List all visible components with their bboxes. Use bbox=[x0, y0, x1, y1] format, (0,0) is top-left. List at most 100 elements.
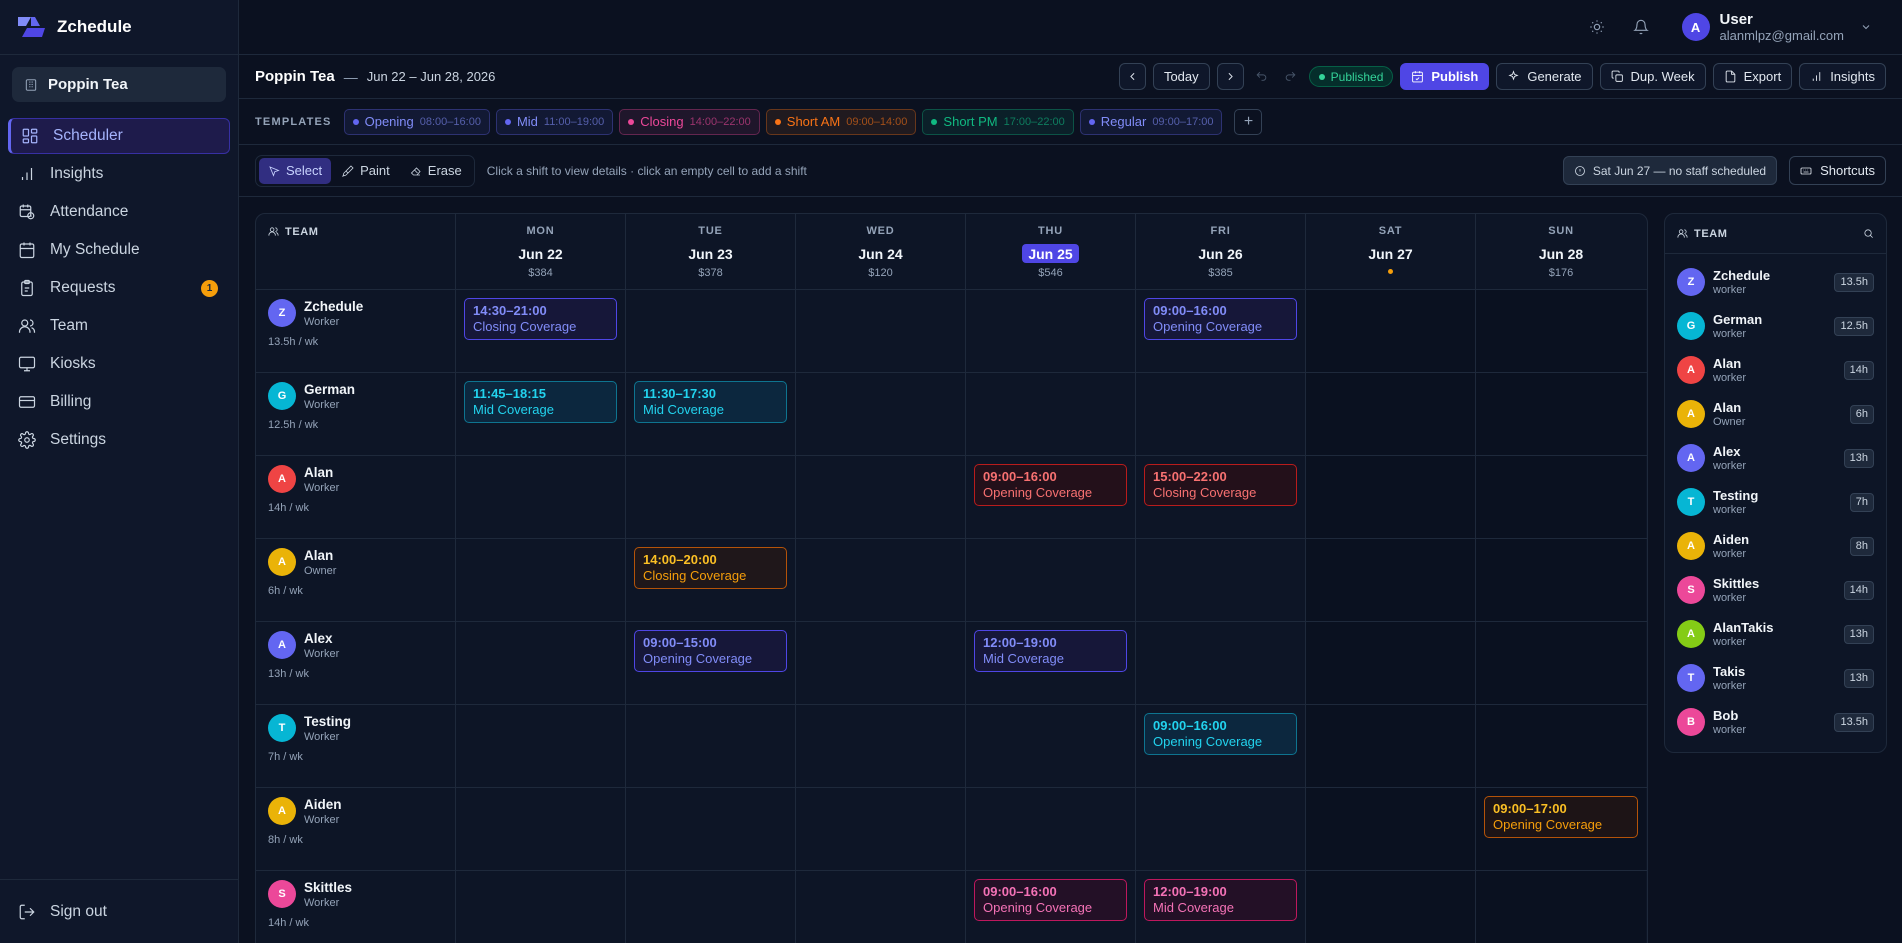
schedule-cell[interactable] bbox=[966, 539, 1136, 621]
template-opening[interactable]: Opening 08:00–16:00 bbox=[343, 108, 490, 135]
sidebar-item-kiosks[interactable]: Kiosks bbox=[8, 346, 230, 382]
schedule-cell[interactable]: 14:30–21:00 Closing Coverage bbox=[456, 290, 626, 372]
today-button[interactable]: Today bbox=[1152, 63, 1210, 90]
sign-out-button[interactable]: Sign out bbox=[0, 879, 238, 943]
schedule-cell[interactable] bbox=[626, 788, 796, 870]
add-template-button[interactable]: + bbox=[1234, 108, 1263, 135]
export-button[interactable]: Export bbox=[1712, 63, 1793, 90]
staff-cell[interactable]: A Alan Owner 6h / wk bbox=[256, 539, 456, 621]
theme-toggle-button[interactable] bbox=[1584, 14, 1610, 40]
user-menu[interactable]: A User alanmlpz@gmail.com bbox=[1681, 11, 1872, 43]
schedule-cell[interactable]: 09:00–15:00 Opening Coverage bbox=[626, 622, 796, 704]
team-member[interactable]: A Aiden worker 8h bbox=[1665, 524, 1886, 568]
team-member[interactable]: G German worker 12.5h bbox=[1665, 304, 1886, 348]
shift-block[interactable]: 15:00–22:00 Closing Coverage bbox=[1144, 464, 1297, 506]
schedule-cell[interactable] bbox=[796, 290, 966, 372]
schedule-cell[interactable] bbox=[1306, 290, 1476, 372]
sidebar-item-scheduler[interactable]: Scheduler bbox=[8, 118, 230, 154]
schedule-cell[interactable]: 11:45–18:15 Mid Coverage bbox=[456, 373, 626, 455]
schedule-cell[interactable] bbox=[966, 373, 1136, 455]
select-tool[interactable]: Select bbox=[259, 157, 332, 184]
org-switcher[interactable]: Poppin Tea bbox=[12, 67, 226, 102]
sidebar-item-team[interactable]: Team bbox=[8, 308, 230, 344]
dup-week-button[interactable]: Dup. Week bbox=[1599, 63, 1706, 90]
schedule-cell[interactable] bbox=[1306, 871, 1476, 943]
next-week-button[interactable] bbox=[1216, 63, 1244, 90]
schedule-cell[interactable] bbox=[456, 622, 626, 704]
sidebar-item-settings[interactable]: Settings bbox=[8, 422, 230, 458]
schedule-cell[interactable] bbox=[796, 871, 966, 943]
schedule-cell[interactable] bbox=[1306, 788, 1476, 870]
template-short-am[interactable]: Short AM 09:00–14:00 bbox=[765, 108, 917, 135]
schedule-cell[interactable] bbox=[966, 705, 1136, 787]
schedule-cell[interactable] bbox=[1306, 705, 1476, 787]
sidebar-item-attendance[interactable]: Attendance bbox=[8, 194, 230, 230]
schedule-cell[interactable] bbox=[1136, 539, 1306, 621]
schedule-cell[interactable] bbox=[456, 871, 626, 943]
team-member[interactable]: Z Zchedule worker 13.5h bbox=[1665, 260, 1886, 304]
schedule-cell[interactable] bbox=[966, 788, 1136, 870]
sidebar-item-requests[interactable]: Requests 1 bbox=[8, 270, 230, 306]
schedule-cell[interactable] bbox=[1476, 622, 1646, 704]
staff-cell[interactable]: T Testing Worker 7h / wk bbox=[256, 705, 456, 787]
team-member[interactable]: T Takis worker 13h bbox=[1665, 656, 1886, 700]
prev-week-button[interactable] bbox=[1118, 63, 1146, 90]
schedule-cell[interactable] bbox=[1136, 788, 1306, 870]
team-member[interactable]: B Bob worker 13.5h bbox=[1665, 700, 1886, 744]
redo-button[interactable] bbox=[1280, 63, 1302, 90]
schedule-cell[interactable] bbox=[966, 290, 1136, 372]
schedule-cell[interactable]: 09:00–17:00 Opening Coverage bbox=[1476, 788, 1646, 870]
schedule-cell[interactable] bbox=[1476, 705, 1646, 787]
template-regular[interactable]: Regular 09:00–17:00 bbox=[1079, 108, 1223, 135]
coverage-warning[interactable]: Sat Jun 27 — no staff scheduled bbox=[1562, 156, 1778, 185]
schedule-cell[interactable] bbox=[456, 456, 626, 538]
staff-cell[interactable]: Z Zchedule Worker 13.5h / wk bbox=[256, 290, 456, 372]
schedule-cell[interactable] bbox=[796, 456, 966, 538]
schedule-cell[interactable] bbox=[1306, 622, 1476, 704]
sidebar-item-my-schedule[interactable]: My Schedule bbox=[8, 232, 230, 268]
template-closing[interactable]: Closing 14:00–22:00 bbox=[619, 108, 760, 135]
team-member[interactable]: A AlanTakis worker 13h bbox=[1665, 612, 1886, 656]
shift-block[interactable]: 14:00–20:00 Closing Coverage bbox=[634, 547, 787, 589]
template-mid[interactable]: Mid 11:00–19:00 bbox=[495, 108, 614, 135]
staff-cell[interactable]: A Alex Worker 13h / wk bbox=[256, 622, 456, 704]
shift-block[interactable]: 09:00–16:00 Opening Coverage bbox=[1144, 298, 1297, 340]
schedule-cell[interactable] bbox=[456, 705, 626, 787]
team-member[interactable]: A Alan worker 14h bbox=[1665, 348, 1886, 392]
notifications-button[interactable] bbox=[1628, 14, 1654, 40]
shift-block[interactable]: 09:00–16:00 Opening Coverage bbox=[974, 464, 1127, 506]
schedule-cell[interactable]: 09:00–16:00 Opening Coverage bbox=[966, 456, 1136, 538]
shift-block[interactable]: 11:30–17:30 Mid Coverage bbox=[634, 381, 787, 423]
schedule-cell[interactable] bbox=[626, 871, 796, 943]
schedule-cell[interactable] bbox=[1476, 871, 1646, 943]
team-member[interactable]: S Skittles worker 14h bbox=[1665, 568, 1886, 612]
generate-button[interactable]: Generate bbox=[1496, 63, 1593, 90]
schedule-cell[interactable]: 12:00–19:00 Mid Coverage bbox=[966, 622, 1136, 704]
team-member[interactable]: A Alan Owner 6h bbox=[1665, 392, 1886, 436]
schedule-cell[interactable] bbox=[796, 373, 966, 455]
schedule-cell[interactable] bbox=[456, 539, 626, 621]
sidebar-item-insights[interactable]: Insights bbox=[8, 156, 230, 192]
shift-block[interactable]: 09:00–16:00 Opening Coverage bbox=[974, 879, 1127, 921]
schedule-cell[interactable]: 15:00–22:00 Closing Coverage bbox=[1136, 456, 1306, 538]
schedule-cell[interactable] bbox=[626, 705, 796, 787]
search-icon[interactable] bbox=[1863, 228, 1874, 239]
schedule-cell[interactable] bbox=[796, 705, 966, 787]
staff-cell[interactable]: A Aiden Worker 8h / wk bbox=[256, 788, 456, 870]
schedule-cell[interactable] bbox=[1476, 290, 1646, 372]
undo-button[interactable] bbox=[1251, 63, 1273, 90]
team-member[interactable]: T Testing worker 7h bbox=[1665, 480, 1886, 524]
schedule-cell[interactable] bbox=[1136, 622, 1306, 704]
shift-block[interactable]: 12:00–19:00 Mid Coverage bbox=[974, 630, 1127, 672]
shift-block[interactable]: 09:00–16:00 Opening Coverage bbox=[1144, 713, 1297, 755]
shift-block[interactable]: 09:00–17:00 Opening Coverage bbox=[1484, 796, 1638, 838]
staff-cell[interactable]: A Alan Worker 14h / wk bbox=[256, 456, 456, 538]
sidebar-item-billing[interactable]: Billing bbox=[8, 384, 230, 420]
shift-block[interactable]: 09:00–15:00 Opening Coverage bbox=[634, 630, 787, 672]
template-short-pm[interactable]: Short PM 17:00–22:00 bbox=[922, 108, 1074, 135]
shortcuts-button[interactable]: Shortcuts bbox=[1789, 156, 1886, 185]
schedule-cell[interactable] bbox=[626, 290, 796, 372]
schedule-cell[interactable] bbox=[1306, 456, 1476, 538]
erase-tool[interactable]: Erase bbox=[401, 158, 471, 184]
schedule-cell[interactable] bbox=[1476, 456, 1646, 538]
